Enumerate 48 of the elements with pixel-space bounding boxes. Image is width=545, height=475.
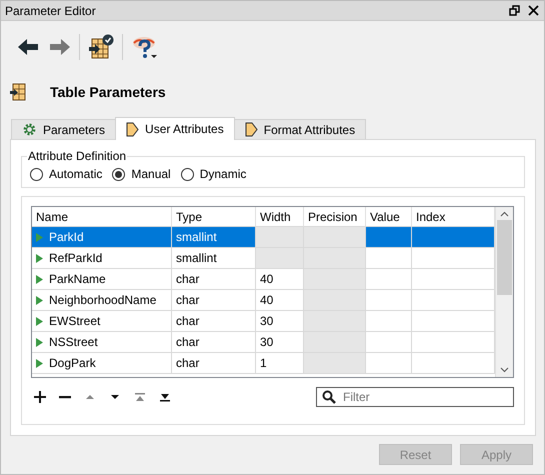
table-row[interactable]: RefParkId smallint (32, 248, 495, 269)
radio-option[interactable]: Dynamic (180, 167, 246, 181)
tab[interactable]: User Attributes (115, 117, 235, 140)
expand-icon[interactable] (36, 274, 43, 284)
table-row[interactable]: NSStreet char 30 (32, 332, 495, 353)
expand-icon[interactable] (36, 338, 43, 346)
filter-field[interactable]: Filter (316, 387, 514, 407)
close-icon[interactable] (528, 5, 539, 16)
table-cell: smallint (172, 227, 256, 248)
table-cell: char (172, 311, 256, 332)
table-cell: char (172, 353, 256, 374)
table-cell: ParkName (32, 269, 172, 290)
table-row[interactable]: ParkName char 40 (32, 269, 495, 290)
tag-icon (244, 122, 258, 137)
table-row[interactable]: EWStreet char 30 (32, 311, 495, 332)
table-cell: EWStreet (32, 311, 172, 332)
table-cell: NeighborhoodName (32, 290, 172, 311)
table-row[interactable]: DogPark char 1 (32, 353, 495, 374)
table-cell: ParkId (32, 227, 172, 248)
scroll-up-icon[interactable] (500, 211, 509, 217)
table-cell: NSStreet (32, 332, 172, 353)
scroll-down-icon[interactable] (500, 367, 509, 373)
table-row[interactable]: ParkId smallint (32, 227, 495, 248)
table-cell: RefParkId (32, 248, 172, 269)
window-title: Parameter Editor (5, 4, 97, 18)
expand-icon[interactable] (36, 358, 43, 368)
tab[interactable]: Parameters (11, 119, 116, 139)
table-cell: char (172, 332, 256, 353)
table-check-icon[interactable] (86, 34, 116, 60)
radio-option[interactable]: Manual (112, 167, 171, 181)
table-row[interactable]: NeighborhoodName char 40 (32, 290, 495, 311)
section-heading: Table Parameters (50, 84, 166, 100)
search-icon (322, 390, 336, 404)
group-title: Attribute Definition (27, 149, 128, 163)
table-cell: char (172, 269, 256, 290)
table-import-icon (10, 83, 26, 101)
tab[interactable]: Format Attributes (234, 119, 366, 139)
restore-icon[interactable] (509, 5, 520, 16)
table-cell: DogPark (32, 353, 172, 374)
tag-icon (126, 122, 140, 136)
add-icon[interactable] (31, 389, 49, 405)
radio-option[interactable]: Automatic (30, 167, 102, 181)
scrollbar[interactable] (495, 207, 513, 377)
expand-icon[interactable] (36, 296, 43, 304)
table-cell: char (172, 290, 256, 311)
gear-icon (22, 122, 37, 137)
expand-icon[interactable] (36, 316, 43, 326)
expand-icon[interactable] (36, 254, 43, 262)
